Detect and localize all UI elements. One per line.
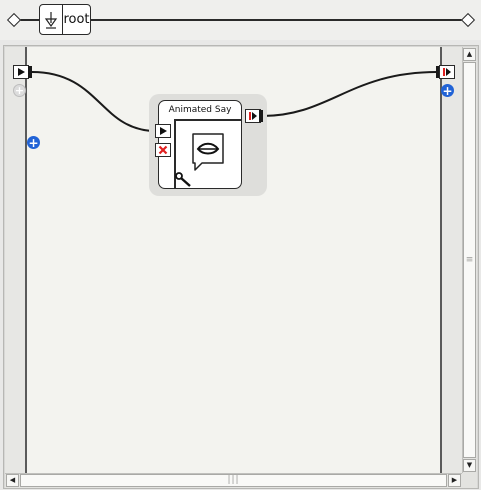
onstopped-output-port[interactable]: [439, 65, 455, 79]
horizontal-scroll-thumb[interactable]: |||: [20, 474, 447, 487]
link-start-to-box: [31, 71, 157, 132]
wrench-icon[interactable]: [175, 172, 193, 192]
stopped-icon: [443, 68, 451, 76]
plus-icon: +: [442, 83, 453, 98]
box-onstop-input-port[interactable]: [155, 143, 171, 157]
box-onstart-input-port[interactable]: [155, 124, 171, 138]
add-output-button[interactable]: +: [441, 84, 454, 97]
vertical-scroll-thumb[interactable]: ≡: [463, 62, 476, 458]
scroll-left-button[interactable]: ◀: [6, 474, 19, 487]
speech-bubble-lips-icon: [190, 132, 226, 176]
box-title: Animated Say: [168, 105, 232, 115]
scroll-corner: [462, 473, 477, 488]
onstart-input-port[interactable]: [13, 65, 29, 79]
arrow-right-icon: ▶: [451, 476, 458, 484]
grip-icon: |||: [227, 475, 240, 485]
scroll-down-button[interactable]: ▼: [463, 459, 476, 472]
box-output-connector: [259, 110, 263, 122]
scroll-up-button[interactable]: ▲: [463, 48, 476, 61]
grip-icon: ≡: [465, 254, 474, 265]
play-icon: [160, 127, 167, 135]
play-icon: [18, 68, 25, 76]
stopped-icon: [249, 112, 257, 120]
stop-x-icon: [158, 145, 168, 155]
add-input-disabled-icon: +: [13, 84, 26, 97]
arrow-left-icon: ◀: [9, 476, 16, 484]
box-divider: [174, 119, 242, 121]
arrow-up-icon: ▲: [466, 50, 473, 58]
scroll-right-button[interactable]: ▶: [448, 474, 461, 487]
onstart-port-connector: [28, 66, 32, 78]
plus-icon: +: [28, 135, 39, 150]
arrow-down-icon: ▼: [466, 461, 473, 469]
add-input-button[interactable]: +: [27, 136, 40, 149]
connections-layer: [31, 71, 438, 132]
link-box-to-output: [261, 71, 438, 117]
